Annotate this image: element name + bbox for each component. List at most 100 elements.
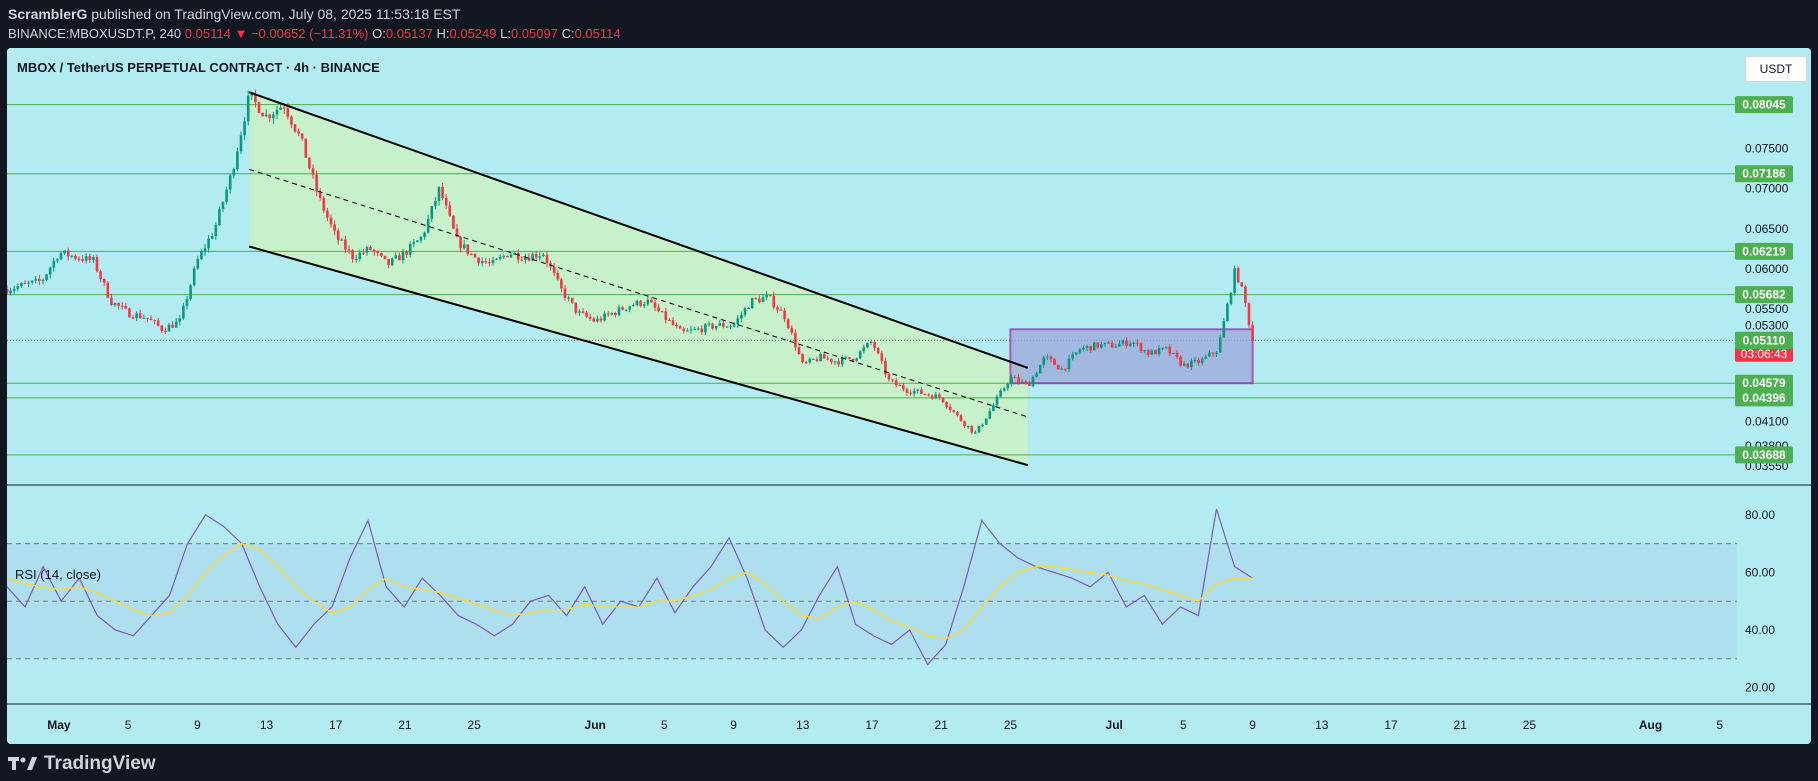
candle-up — [264, 114, 268, 117]
candle-down — [963, 421, 966, 427]
candle-down — [1028, 382, 1031, 387]
candle-up — [390, 258, 394, 266]
candle-down — [959, 415, 963, 422]
candle-down — [606, 313, 610, 315]
candle-down — [722, 323, 725, 327]
time-axis-tick: 13 — [1315, 718, 1329, 732]
candle-up — [203, 248, 207, 252]
candle-down — [473, 253, 477, 258]
candle-up — [84, 256, 88, 261]
price-label-text: 0.07186 — [1742, 167, 1786, 181]
candle-up — [70, 255, 74, 257]
candle-down — [894, 380, 898, 386]
time-axis-tick: 9 — [1249, 718, 1256, 732]
candle-up — [419, 236, 423, 241]
candle-up — [977, 426, 981, 433]
candle-up — [236, 151, 239, 170]
candle-down — [1125, 340, 1128, 346]
candle-down — [448, 205, 452, 216]
candle-up — [178, 318, 182, 322]
candle-down — [905, 389, 909, 393]
candle-down — [171, 324, 174, 328]
candle-up — [1067, 358, 1071, 370]
candle-down — [783, 310, 786, 320]
candle-up — [63, 250, 66, 254]
candle-down — [545, 254, 549, 263]
time-axis-tick: 5 — [1716, 718, 1723, 732]
candle-up — [1128, 343, 1132, 346]
candle-down — [678, 326, 682, 329]
candle-up — [354, 259, 358, 261]
candle-up — [167, 324, 171, 332]
candle-up — [1215, 352, 1218, 354]
currency-button[interactable]: USDT — [1745, 56, 1807, 82]
candle-down — [81, 259, 84, 261]
candle-up — [999, 390, 1002, 397]
author-name[interactable]: ScramblerG — [8, 6, 87, 22]
candle-down — [452, 215, 455, 229]
price-label-text: 0.04396 — [1742, 391, 1786, 405]
candle-up — [844, 357, 848, 359]
candle-up — [1164, 346, 1168, 348]
candle-down — [668, 320, 671, 322]
open-value: 0.05137 — [385, 26, 433, 41]
candle-up — [1118, 343, 1121, 347]
candle-up — [1200, 358, 1204, 364]
candle-up — [542, 254, 545, 257]
time-axis-tick: Jul — [1106, 718, 1123, 732]
candle-up — [41, 279, 45, 281]
candle-up — [761, 297, 765, 303]
candle-down — [444, 198, 448, 206]
candle-down — [801, 354, 804, 363]
candle-up — [833, 361, 837, 363]
chart-canvas[interactable]: 0.085000.075000.070000.065000.060000.055… — [7, 48, 1811, 744]
candle-up — [1150, 350, 1154, 355]
low-value: 0.05097 — [510, 26, 558, 41]
candle-down — [405, 251, 408, 255]
price-axis-tick: 0.07000 — [1745, 182, 1789, 196]
candle-up — [966, 425, 970, 427]
candle-up — [729, 326, 732, 328]
candle-down — [7, 289, 9, 294]
candle-up — [279, 107, 282, 110]
candle-down — [362, 252, 365, 254]
candle-down — [956, 411, 959, 416]
tradingview-logo[interactable]: TradingView — [8, 753, 156, 775]
candle-down — [639, 300, 642, 306]
candle-down — [902, 385, 905, 390]
candle-down — [1240, 282, 1244, 287]
candle-up — [416, 240, 419, 243]
candle-down — [372, 249, 376, 252]
time-axis-tick: 21 — [1454, 718, 1468, 732]
candle-down — [477, 257, 480, 264]
candle-down — [110, 297, 113, 306]
candle-up — [596, 318, 599, 322]
candle-down — [837, 361, 840, 365]
candle-down — [876, 348, 880, 354]
candle-down — [74, 255, 77, 259]
candle-up — [502, 255, 506, 257]
candle-down — [124, 306, 128, 309]
candle-up — [693, 328, 696, 330]
candle-up — [992, 405, 995, 411]
candle-down — [304, 138, 308, 158]
price-label-text: 0.03688 — [1742, 448, 1786, 462]
rsi-axis-tick: 40.00 — [1745, 623, 1775, 637]
candle-down — [790, 327, 794, 333]
brand-name: TradingView — [44, 753, 156, 774]
candle-down — [102, 278, 106, 283]
candle-down — [387, 258, 390, 266]
candle-down — [117, 303, 120, 306]
candle-down — [95, 257, 99, 272]
candle-up — [567, 297, 570, 299]
header: ScramblerG published on TradingView.com,… — [0, 0, 1818, 48]
candle-up — [1157, 348, 1161, 355]
candle-up — [430, 206, 434, 219]
time-axis-tick: 21 — [398, 718, 412, 732]
candle-up — [275, 109, 279, 115]
candle-up — [624, 309, 628, 311]
time-axis-tick: 9 — [194, 718, 201, 732]
time-axis-tick: 5 — [1180, 718, 1187, 732]
candle-down — [938, 394, 941, 398]
candle-down — [776, 307, 779, 310]
